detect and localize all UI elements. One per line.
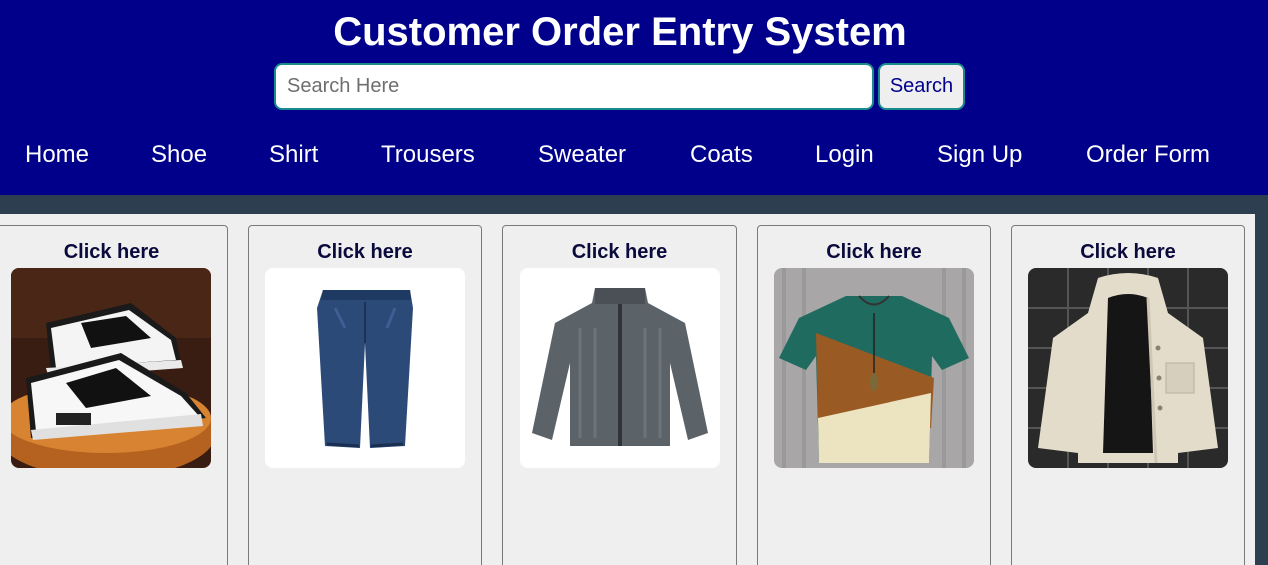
main-nav: Home Shoe Shirt Trousers Sweater Coats L… [0,140,1268,172]
product-card: Click here [0,225,228,565]
nav-shirt[interactable]: Shirt [269,140,318,170]
jacket-image[interactable] [1028,268,1228,468]
search-input[interactable] [274,63,874,110]
nav-sweater[interactable]: Sweater [538,140,626,170]
product-card: Click here [502,225,737,565]
product-card: Click here [757,225,991,565]
jeans-image[interactable] [265,268,465,468]
product-card: Click here [248,225,482,565]
nav-coats[interactable]: Coats [690,140,753,170]
nav-shoe[interactable]: Shoe [151,140,207,170]
product-link[interactable]: Click here [0,240,227,264]
product-card: Click here [1011,225,1245,565]
product-link[interactable]: Click here [758,240,990,264]
nav-login[interactable]: Login [815,140,874,170]
search-button[interactable]: Search [878,63,965,110]
page-title: Customer Order Entry System [333,10,907,54]
sneaker-image[interactable] [11,268,211,468]
cardigan-image[interactable] [520,268,720,468]
product-grid: Click here Click here Click here Click h… [0,214,1255,565]
site-header: Customer Order Entry System Search Home … [0,0,1268,195]
tshirt-image[interactable] [774,268,974,468]
product-link[interactable]: Click here [1012,240,1244,264]
product-link[interactable]: Click here [503,240,736,264]
nav-sign-up[interactable]: Sign Up [937,140,1022,170]
product-link[interactable]: Click here [249,240,481,264]
nav-home[interactable]: Home [25,140,89,170]
nav-order-form[interactable]: Order Form [1086,140,1210,170]
nav-trousers[interactable]: Trousers [381,140,475,170]
